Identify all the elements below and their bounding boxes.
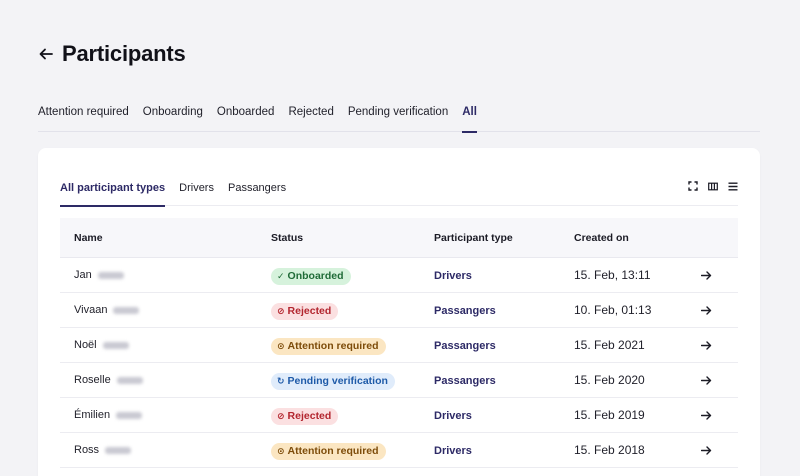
fullscreen-icon[interactable] (688, 181, 698, 191)
column-header-status[interactable]: Status (271, 232, 434, 244)
table-row[interactable]: Roselle ↻ Pending verification Passangers… (60, 363, 738, 398)
tab-onboarded[interactable]: Onboarded (217, 104, 275, 132)
table-row[interactable]: Ross ⊙ Attention required Drivers 15. Feb… (60, 433, 738, 468)
columns-icon[interactable] (708, 181, 718, 191)
page-title: Participants (62, 41, 186, 66)
status-badge: ⊘ Rejected (271, 407, 339, 425)
participant-name: Vivaan (74, 304, 271, 316)
participant-type-link[interactable]: Drivers (434, 410, 472, 422)
created-on: 15. Feb 2021 (574, 338, 645, 352)
column-header-participant-type[interactable]: Participant type (434, 232, 574, 244)
status-badge: ✓ Onboarded (271, 267, 351, 285)
status-badge: ⊘ Rejected (271, 302, 339, 320)
tab-rejected[interactable]: Rejected (288, 104, 333, 132)
participants-table: Name Status Participant type Created on … (60, 218, 738, 468)
status-badge: ⊙ Attention required (271, 442, 386, 460)
open-arrow-icon[interactable] (699, 303, 713, 317)
table-toolbar (688, 181, 738, 191)
participant-type-tabs: All participant types Drivers Passangers (60, 182, 738, 207)
created-on: 15. Feb, 13:11 (574, 268, 651, 282)
participant-type-link[interactable]: Drivers (434, 445, 472, 457)
created-on: 15. Feb 2018 (574, 443, 645, 457)
participant-type-link[interactable]: Drivers (434, 270, 472, 282)
subtab-passangers[interactable]: Passangers (228, 182, 286, 206)
table-row[interactable]: Noël ⊙ Attention required Passangers 15. … (60, 328, 738, 363)
participant-type-link[interactable]: Passangers (434, 375, 496, 387)
refresh-icon: ↻ (277, 375, 285, 386)
status-badge: ↻ Pending verification (271, 372, 395, 390)
column-header-created-on[interactable]: Created on (574, 232, 674, 244)
ban-icon: ⊘ (277, 410, 285, 421)
created-on: 10. Feb, 01:13 (574, 303, 652, 317)
redacted-surname (105, 446, 132, 454)
table-row[interactable]: Vivaan ⊘ Rejected Passangers 10. Feb, 01:… (60, 293, 738, 328)
created-on: 15. Feb 2019 (574, 408, 645, 422)
subtab-drivers[interactable]: Drivers (179, 182, 214, 206)
participant-name: Ross (74, 444, 271, 456)
status-badge: ⊙ Attention required (271, 337, 386, 355)
participant-type-link[interactable]: Passangers (434, 305, 496, 317)
tab-pending-verification[interactable]: Pending verification (348, 104, 448, 132)
redacted-surname (97, 271, 124, 279)
open-arrow-icon[interactable] (699, 373, 713, 387)
participant-name: Noël (74, 339, 271, 351)
subtab-all-participant-types[interactable]: All participant types (60, 182, 166, 207)
open-arrow-icon[interactable] (699, 338, 713, 352)
back-arrow-icon[interactable] (38, 46, 54, 62)
table-header: Name Status Participant type Created on (60, 218, 738, 258)
participant-name: Émilien (74, 409, 271, 421)
created-on: 15. Feb 2020 (574, 373, 645, 387)
open-arrow-icon[interactable] (699, 408, 713, 422)
ban-icon: ⊘ (277, 305, 285, 316)
redacted-surname (116, 376, 143, 384)
alert-circle-icon: ⊙ (277, 340, 285, 351)
column-header-name[interactable]: Name (60, 232, 271, 244)
status-tabs: Attention required Onboarding Onboarded … (38, 104, 760, 133)
participant-type-link[interactable]: Passangers (434, 340, 496, 352)
page-header: Participants (38, 40, 186, 68)
redacted-surname (116, 411, 143, 419)
tab-onboarding[interactable]: Onboarding (143, 104, 203, 132)
participant-name: Jan (74, 269, 271, 281)
open-arrow-icon[interactable] (699, 268, 713, 282)
redacted-surname (113, 306, 140, 314)
participants-card: All participant types Drivers Passangers… (38, 148, 760, 476)
tab-all[interactable]: All (462, 104, 477, 133)
density-icon[interactable] (728, 181, 738, 191)
open-arrow-icon[interactable] (699, 443, 713, 457)
tab-attention-required[interactable]: Attention required (38, 104, 129, 132)
check-icon: ✓ (277, 270, 285, 281)
table-row[interactable]: Jan ✓ Onboarded Drivers 15. Feb, 13:11 (60, 258, 738, 293)
redacted-surname (102, 341, 129, 349)
alert-circle-icon: ⊙ (277, 445, 285, 456)
participant-name: Roselle (74, 374, 271, 386)
table-row[interactable]: Émilien ⊘ Rejected Drivers 15. Feb 2019 (60, 398, 738, 433)
